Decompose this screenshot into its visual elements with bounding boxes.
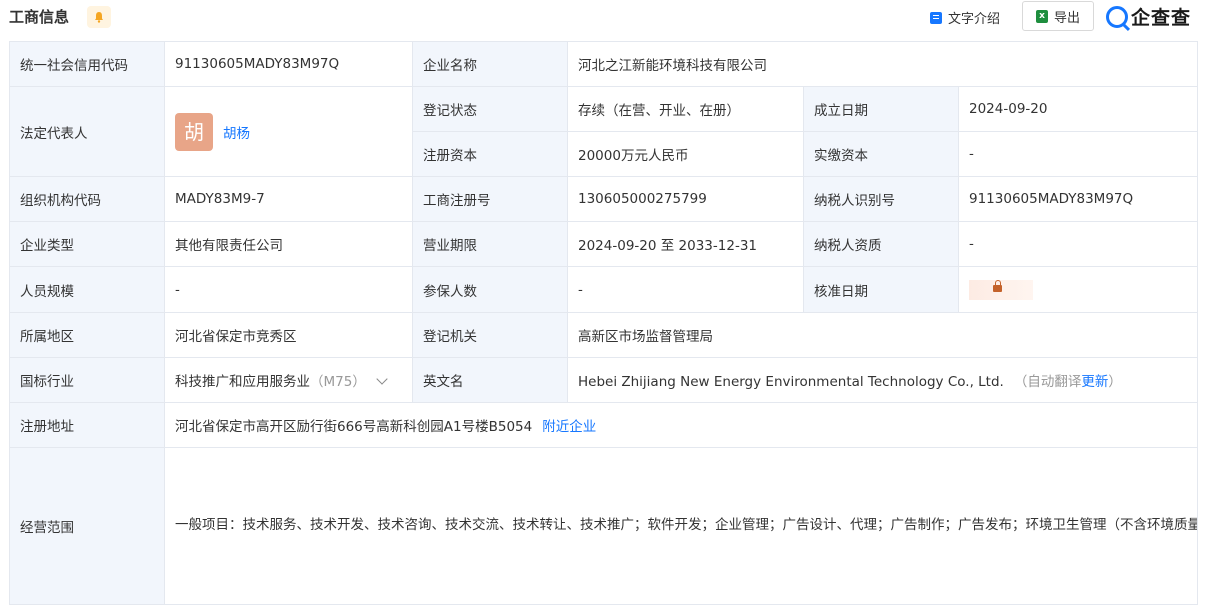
staff-size-value: -	[164, 266, 413, 313]
table-row: 组织机构代码 MADY83M9-7 工商注册号 130605000275799 …	[9, 176, 1198, 222]
region-value: 河北省保定市竞秀区	[164, 312, 413, 358]
text-intro-button[interactable]: 文字介绍	[930, 8, 1000, 27]
table-row: 人员规模 - 参保人数 - 核准日期	[9, 266, 1198, 313]
biz-reg-no-value: 130605000275799	[567, 176, 804, 222]
company-name-value: 河北之江新能环境科技有限公司	[567, 41, 1198, 87]
english-name-cell: Hebei Zhijiang New Energy Environmental …	[567, 357, 1198, 403]
table-row: 统一社会信用代码 91130605MADY83M97Q 企业名称 河北之江新能环…	[9, 41, 1198, 87]
insured-value: -	[567, 266, 804, 313]
company-type-value: 其他有限责任公司	[164, 221, 413, 267]
taxpayer-id-label: 纳税人识别号	[803, 176, 959, 222]
biz-term-label: 营业期限	[412, 221, 568, 267]
logo-text: 企查查	[1131, 7, 1192, 29]
scope-label: 经营范围	[9, 447, 165, 605]
taxpayer-id-value: 91130605MADY83M97Q	[958, 176, 1198, 222]
close-paren: ）	[1108, 374, 1122, 390]
legal-rep-cell: 胡胡杨	[164, 86, 413, 177]
founded-label: 成立日期	[803, 86, 959, 132]
reg-status-value: 存续（在营、开业、在册）	[567, 86, 804, 132]
scope-value: 一般项目：技术服务、技术开发、技术咨询、技术交流、技术转让、技术推广；软件开发；…	[164, 447, 1198, 605]
lock-icon	[993, 279, 1002, 292]
industry-cell[interactable]: 科技推广和应用服务业（M75）	[164, 357, 413, 403]
reg-address-label: 注册地址	[9, 402, 165, 448]
reg-capital-label: 注册资本	[412, 131, 568, 177]
section-title: 工商信息	[9, 8, 70, 26]
business-info-table: 统一社会信用代码 91130605MADY83M97Q 企业名称 河北之江新能环…	[9, 41, 1198, 605]
company-type-label: 企业类型	[9, 221, 165, 267]
vip-lock[interactable]	[969, 279, 1033, 300]
excel-icon: x	[1035, 9, 1048, 23]
org-code-value: MADY83M9-7	[164, 176, 413, 222]
biz-reg-no-label: 工商注册号	[412, 176, 568, 222]
table-row: 企业类型 其他有限责任公司 营业期限 2024-09-20 至 2033-12-…	[9, 221, 1198, 267]
taxpayer-qual-label: 纳税人资质	[803, 221, 959, 267]
reg-address-value: 河北省保定市高开区励行街666号高新科创园A1号楼B5054	[175, 419, 533, 435]
approval-date-label: 核准日期	[803, 266, 959, 313]
section-header: 工商信息 文字介绍 x 导出 企查查	[0, 0, 1207, 34]
credit-code-value: 91130605MADY83M97Q	[164, 41, 413, 87]
approval-date-cell	[958, 266, 1198, 313]
region-label: 所属地区	[9, 312, 165, 358]
org-code-label: 组织机构代码	[9, 176, 165, 222]
reg-authority-label: 登记机关	[412, 312, 568, 358]
staff-size-label: 人员规模	[9, 266, 165, 313]
bell-icon[interactable]	[87, 6, 111, 28]
export-button[interactable]: x 导出	[1022, 1, 1094, 31]
table-row: 法定代表人 胡胡杨 登记状态 存续（在营、开业、在册） 成立日期 2024-09…	[9, 86, 1198, 177]
table-row: 所属地区 河北省保定市竞秀区 登记机关 高新区市场监督管理局	[9, 312, 1198, 358]
legal-rep-link[interactable]: 胡杨	[223, 122, 250, 142]
founded-value: 2024-09-20	[958, 86, 1198, 132]
english-name-label: 英文名	[412, 357, 568, 403]
reg-capital-value: 20000万元人民币	[567, 131, 804, 177]
taxpayer-qual-value: -	[958, 221, 1198, 267]
industry-value: 科技推广和应用服务业	[175, 374, 310, 390]
credit-code-label: 统一社会信用代码	[9, 41, 165, 87]
company-name-label: 企业名称	[412, 41, 568, 87]
table-row: 经营范围 一般项目：技术服务、技术开发、技术咨询、技术交流、技术转让、技术推广；…	[9, 447, 1198, 605]
reg-address-cell: 河北省保定市高开区励行街666号高新科创园A1号楼B5054 附近企业	[164, 402, 1198, 448]
auto-translate-note: （自动翻译	[1013, 374, 1082, 390]
reg-status-label: 登记状态	[412, 86, 568, 132]
nearby-companies-link[interactable]: 附近企业	[542, 419, 596, 435]
paid-capital-label: 实缴资本	[803, 131, 959, 177]
table-row: 注册地址 河北省保定市高开区励行街666号高新科创园A1号楼B5054 附近企业	[9, 402, 1198, 448]
english-name-value: Hebei Zhijiang New Energy Environmental …	[578, 374, 1004, 390]
legal-rep-label: 法定代表人	[9, 86, 165, 177]
qcc-logo: 企查查	[1106, 3, 1191, 30]
table-row: 国标行业 科技推广和应用服务业（M75） 英文名 Hebei Zhijiang …	[9, 357, 1198, 403]
reg-authority-value: 高新区市场监督管理局	[567, 312, 1198, 358]
chevron-down-icon[interactable]	[376, 373, 388, 385]
document-icon	[930, 11, 942, 24]
insured-label: 参保人数	[412, 266, 568, 313]
avatar: 胡	[175, 112, 213, 151]
update-link[interactable]: 更新	[1081, 374, 1108, 390]
text-intro-label: 文字介绍	[948, 12, 1001, 27]
industry-code: （M75）	[310, 374, 366, 390]
export-label: 导出	[1053, 10, 1080, 26]
industry-label: 国标行业	[9, 357, 165, 403]
paid-capital-value: -	[958, 131, 1198, 177]
biz-term-value: 2024-09-20 至 2033-12-31	[567, 221, 804, 267]
logo-icon	[1106, 5, 1128, 28]
